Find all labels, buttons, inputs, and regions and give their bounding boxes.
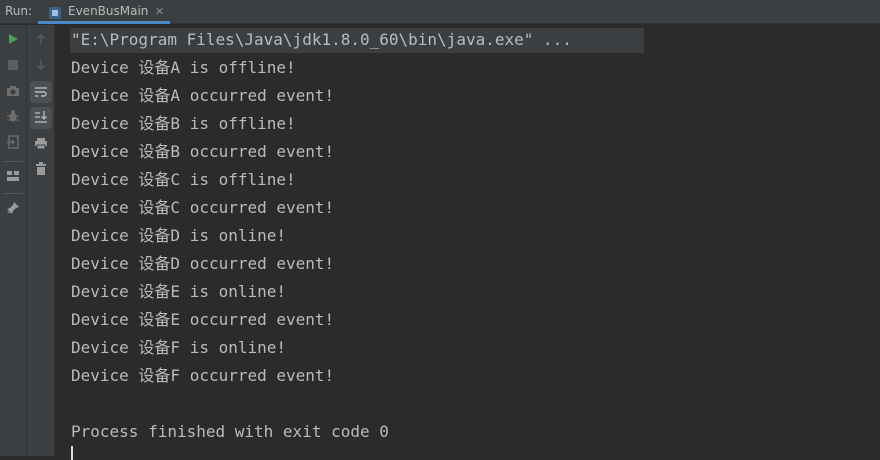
scroll-to-end-icon (34, 109, 48, 128)
run-tool-window-header: Run: EvenBusMain ✕ (0, 0, 880, 24)
toolbar-separator (4, 161, 23, 162)
text-caret (71, 446, 73, 460)
command-line[interactable]: "E:\Program Files\Java\jdk1.8.0_60\bin\j… (71, 26, 572, 54)
run-icon (7, 30, 19, 49)
console-line: Device 设备B is offline! (71, 114, 296, 133)
console-line: Device 设备A is offline! (71, 58, 296, 77)
console-line: Device 设备C occurred event! (71, 198, 335, 217)
console-line: Device 设备B occurred event! (71, 142, 335, 161)
tab-label: EvenBusMain (68, 4, 149, 18)
trash-icon (35, 161, 47, 180)
console-line: Device 设备F occurred event! (71, 366, 335, 385)
down-arrow-icon (35, 56, 47, 75)
java-class-icon (48, 5, 62, 19)
clear-all-button[interactable] (30, 159, 52, 181)
console-line: Device 设备D is online! (71, 226, 287, 245)
up-arrow-icon (35, 30, 47, 49)
tab-evenbusmain[interactable]: EvenBusMain ✕ (38, 0, 170, 24)
soft-wrap-button[interactable] (30, 81, 52, 103)
exit-message: Process finished with exit code 0 (71, 422, 389, 441)
pin-icon (6, 200, 20, 219)
dump-threads-button[interactable] (2, 80, 24, 102)
console-line: Device 设备E is online! (71, 282, 287, 301)
exit-button[interactable] (2, 132, 24, 154)
run-label: Run: (5, 4, 33, 18)
rerun-button[interactable] (2, 28, 24, 50)
layout-button[interactable] (2, 165, 24, 187)
console-line: Device 设备D occurred event! (71, 254, 335, 273)
down-button[interactable] (30, 54, 52, 76)
run-toolbar (0, 25, 27, 456)
close-icon[interactable]: ✕ (155, 5, 164, 18)
stop-button[interactable] (2, 54, 24, 76)
debug-button[interactable] (2, 106, 24, 128)
layout-icon (6, 167, 20, 186)
exit-icon (6, 134, 20, 153)
soft-wrap-icon (34, 83, 48, 102)
stop-icon (7, 56, 19, 75)
console-line: Device 设备F is online! (71, 338, 287, 357)
camera-icon (6, 82, 20, 101)
up-button[interactable] (30, 28, 52, 50)
debug-icon (6, 108, 20, 127)
print-icon (34, 135, 48, 154)
console-toolbar (27, 25, 55, 456)
toolbar-separator (4, 193, 23, 194)
console-output[interactable]: "E:\Program Files\Java\jdk1.8.0_60\bin\j… (56, 25, 880, 460)
console-line: Device 设备C is offline! (71, 170, 296, 189)
pin-button[interactable] (2, 198, 24, 220)
scroll-to-end-button[interactable] (30, 107, 52, 129)
console-line: Device 设备E occurred event! (71, 310, 335, 329)
print-button[interactable] (30, 133, 52, 155)
console-line: Device 设备A occurred event! (71, 86, 335, 105)
